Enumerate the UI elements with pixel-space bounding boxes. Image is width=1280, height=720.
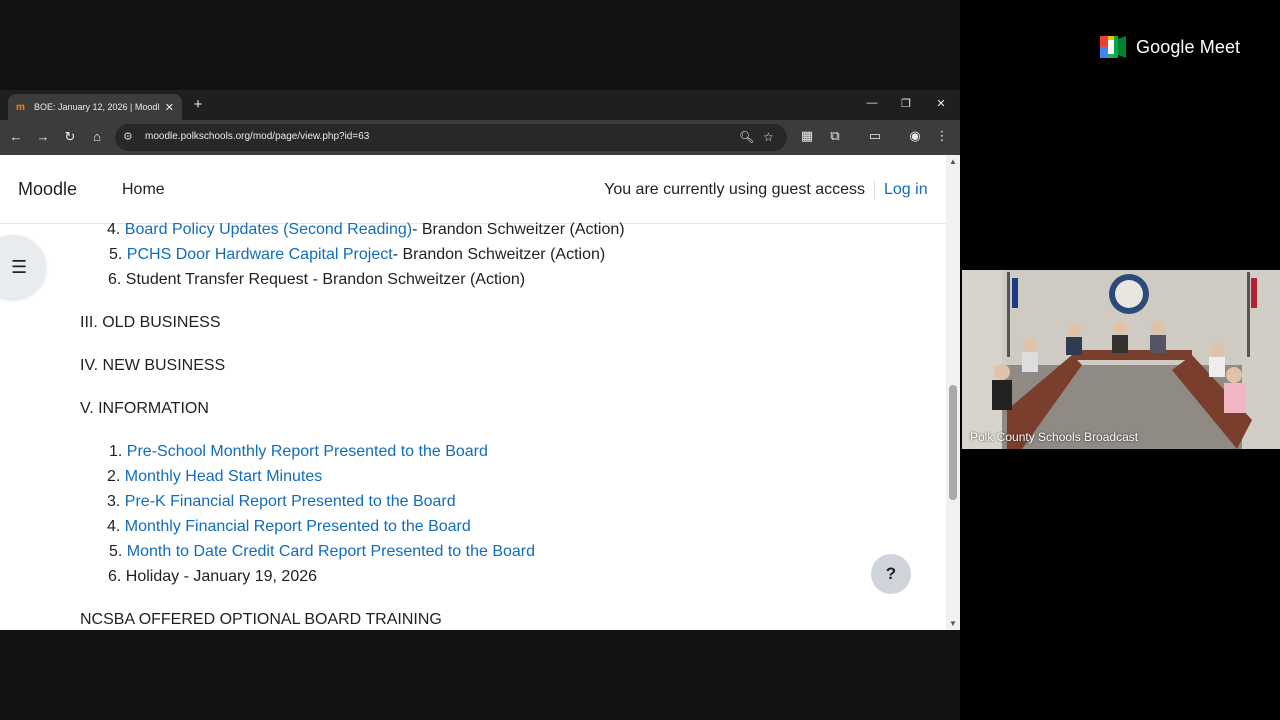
agenda-link[interactable]: Monthly Head Start Minutes bbox=[125, 468, 322, 485]
item-text: - Brandon Schweitzer (Action) bbox=[392, 246, 606, 263]
new-tab-button[interactable]: + bbox=[190, 96, 206, 113]
home-icon[interactable]: ⌂ bbox=[88, 129, 106, 144]
section-heading: III. OLD BUSINESS bbox=[80, 314, 221, 331]
back-icon[interactable]: ← bbox=[7, 129, 25, 144]
scrollbar-thumb[interactable] bbox=[949, 385, 957, 500]
list-item: 6. Student Transfer Request - Brandon Sc… bbox=[108, 271, 525, 289]
item-number: 2. bbox=[107, 468, 121, 485]
section-heading: IV. NEW BUSINESS bbox=[80, 357, 226, 374]
list-item: 5. Month to Date Credit Card Report Pres… bbox=[109, 543, 535, 561]
list-icon: ☰ bbox=[11, 257, 28, 277]
list-item: 4. Board Policy Updates (Second Reading)… bbox=[107, 221, 625, 239]
meet-stage: m BOE: January 12, 2026 | Moodle ✕ + — ❐… bbox=[0, 0, 1280, 720]
video-frame bbox=[962, 270, 1280, 449]
site-info-icon[interactable]: ⚙ bbox=[123, 130, 133, 143]
agenda-link[interactable]: Pre-School Monthly Report Presented to t… bbox=[127, 443, 488, 460]
close-tab-icon[interactable]: ✕ bbox=[165, 101, 174, 114]
item-text: Student Transfer Request - Brandon Schwe… bbox=[125, 271, 526, 288]
guest-access-text: You are currently using guest access bbox=[604, 181, 865, 198]
scroll-down-icon[interactable]: ▼ bbox=[949, 619, 957, 628]
item-number: 5. bbox=[109, 246, 123, 263]
agenda-link[interactable]: PCHS Door Hardware Capital Project bbox=[127, 246, 393, 263]
help-button[interactable]: ? bbox=[871, 554, 911, 594]
page-scrollbar[interactable]: ▲ ▼ bbox=[946, 155, 960, 630]
agenda-link[interactable]: Pre-K Financial Report Presented to the … bbox=[125, 493, 456, 510]
item-number: 3. bbox=[107, 493, 121, 510]
moodle-icon: m bbox=[16, 101, 25, 113]
item-number: 5. bbox=[109, 543, 123, 560]
item-number: 1. bbox=[109, 443, 123, 460]
bookmark-star-icon[interactable]: ☆ bbox=[763, 130, 774, 144]
section-heading: NCSBA OFFERED OPTIONAL BOARD TRAINING bbox=[80, 611, 442, 628]
login-link[interactable]: Log in bbox=[884, 181, 928, 199]
site-brand[interactable]: Moodle bbox=[18, 179, 77, 200]
list-item: 6. Holiday - January 19, 2026 bbox=[108, 568, 317, 586]
list-item: 4. Monthly Financial Report Presented to… bbox=[107, 518, 471, 536]
browser-tab[interactable]: m BOE: January 12, 2026 | Moodle ✕ bbox=[8, 94, 182, 120]
tab-bar: m BOE: January 12, 2026 | Moodle ✕ + — ❐… bbox=[0, 90, 960, 120]
restore-icon[interactable]: ❐ bbox=[898, 97, 914, 110]
url-text[interactable]: moodle.polkschools.org/mod/page/view.php… bbox=[145, 131, 369, 142]
zoom-icon[interactable]: 🔍︎ bbox=[739, 130, 754, 144]
browser-menu-icon[interactable]: ⋮ bbox=[933, 128, 951, 144]
item-number: 6. bbox=[108, 271, 122, 288]
nav-home-link[interactable]: Home bbox=[122, 181, 165, 199]
list-item: 1. Pre-School Monthly Report Presented t… bbox=[109, 443, 488, 461]
forward-icon[interactable]: → bbox=[34, 129, 52, 144]
reload-icon[interactable]: ↻ bbox=[61, 129, 79, 145]
item-text: - Brandon Schweitzer (Action) bbox=[412, 221, 625, 238]
address-bar[interactable]: ⚙ moodle.polkschools.org/mod/page/view.p… bbox=[115, 124, 787, 151]
tab-search-icon[interactable]: ▭ bbox=[866, 128, 884, 144]
moodle-navbar: Moodle Home You are currently using gues… bbox=[0, 155, 946, 224]
agenda-link[interactable]: Month to Date Credit Card Report Present… bbox=[127, 543, 535, 560]
meet-brand-text: Google Meet bbox=[1136, 36, 1241, 57]
item-number: 4. bbox=[107, 518, 121, 535]
list-item: 5. PCHS Door Hardware Capital Project- B… bbox=[109, 246, 605, 264]
extensions-icon[interactable]: ⧉ bbox=[826, 128, 844, 144]
scroll-up-icon[interactable]: ▲ bbox=[949, 157, 957, 166]
screen-share-area: m BOE: January 12, 2026 | Moodle ✕ + — ❐… bbox=[0, 0, 960, 720]
section-heading: V. INFORMATION bbox=[80, 400, 209, 417]
item-text: Holiday - January 19, 2026 bbox=[125, 568, 318, 585]
minimize-icon[interactable]: — bbox=[864, 97, 880, 109]
list-item: 3. Pre-K Financial Report Presented to t… bbox=[107, 493, 456, 511]
tab-title: BOE: January 12, 2026 | Moodle bbox=[34, 102, 159, 112]
browser-toolbar: ← → ↻ ⌂ ⚙ moodle.polkschools.org/mod/pag… bbox=[0, 120, 960, 155]
participant-video-tile[interactable]: Polk County Schools Broadcast bbox=[962, 270, 1280, 449]
participant-name-label: Polk County Schools Broadcast bbox=[970, 430, 1139, 444]
profile-avatar-icon[interactable]: ◉ bbox=[906, 128, 924, 144]
page-viewport: Moodle Home You are currently using gues… bbox=[0, 155, 960, 630]
nav-divider bbox=[874, 180, 875, 200]
google-meet-icon bbox=[1100, 36, 1126, 58]
item-number: 4. bbox=[107, 221, 121, 238]
agenda-link[interactable]: Monthly Financial Report Presented to th… bbox=[125, 518, 471, 535]
browser-window: m BOE: January 12, 2026 | Moodle ✕ + — ❐… bbox=[0, 90, 960, 630]
close-window-icon[interactable]: ✕ bbox=[933, 97, 949, 110]
qr-code-icon[interactable]: ▦ bbox=[798, 128, 816, 144]
course-index-button[interactable]: ☰ bbox=[0, 235, 46, 299]
agenda-link[interactable]: Board Policy Updates (Second Reading) bbox=[125, 221, 412, 238]
item-number: 6. bbox=[108, 568, 122, 585]
google-meet-logo: Google Meet bbox=[1100, 34, 1240, 60]
list-item: 2. Monthly Head Start Minutes bbox=[107, 468, 322, 486]
